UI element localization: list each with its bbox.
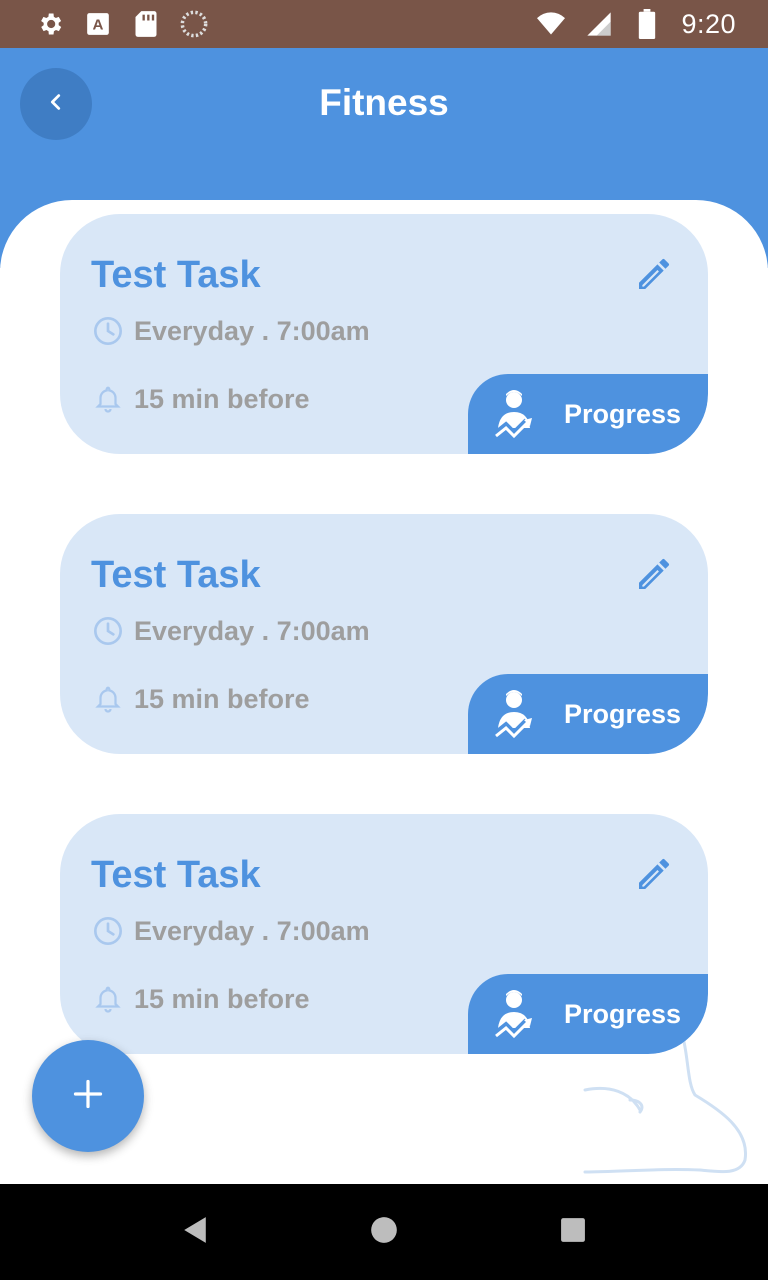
- schedule-text: Everyday . 7:00am: [134, 915, 370, 946]
- bell-icon: [91, 682, 125, 716]
- progress-label: Progress: [564, 398, 682, 429]
- page-title: Fitness: [319, 82, 449, 123]
- progress-button[interactable]: Progress: [468, 674, 708, 754]
- reminder-row: 15 min before: [91, 982, 310, 1016]
- plus-icon: [73, 1079, 103, 1114]
- edit-button[interactable]: [630, 852, 678, 900]
- sd-card-icon: [132, 10, 160, 38]
- svg-text:A: A: [93, 16, 104, 33]
- battery-icon: [633, 9, 661, 39]
- progress-label: Progress: [564, 698, 682, 729]
- task-card[interactable]: Test Task Everyday . 7:00am 15 min befor…: [60, 214, 708, 454]
- schedule-row: Everyday . 7:00am: [91, 914, 370, 948]
- pencil-icon: [634, 554, 674, 599]
- back-triangle-icon: [182, 1216, 208, 1249]
- task-title: Test Task: [91, 854, 261, 896]
- clock-icon: [91, 914, 125, 948]
- reminder-text: 15 min before: [134, 683, 310, 714]
- pencil-icon: [634, 254, 674, 299]
- clock-icon: [91, 314, 125, 348]
- clock-icon: [91, 614, 125, 648]
- recents-square-icon: [560, 1217, 586, 1248]
- clock: 9:20: [681, 8, 736, 39]
- edit-button[interactable]: [630, 252, 678, 300]
- nav-recents-button[interactable]: [543, 1202, 603, 1262]
- signal-icon: [585, 10, 613, 38]
- status-right-icons: 9:20: [537, 9, 736, 40]
- reminder-row: 15 min before: [91, 682, 310, 716]
- task-title: Test Task: [91, 254, 261, 296]
- task-card[interactable]: Test Task Everyday . 7:00am 15 min befor…: [60, 514, 708, 754]
- schedule-row: Everyday . 7:00am: [91, 614, 370, 648]
- schedule-row: Everyday . 7:00am: [91, 314, 370, 348]
- reminder-text: 15 min before: [134, 383, 310, 414]
- home-circle-icon: [370, 1216, 398, 1249]
- schedule-text: Everyday . 7:00am: [134, 615, 370, 646]
- system-nav-bar: [0, 1184, 768, 1280]
- task-card[interactable]: Test Task Everyday . 7:00am 15 min befor…: [60, 814, 708, 1054]
- wifi-icon: [537, 10, 566, 38]
- settings-icon: [36, 10, 64, 38]
- nav-back-button[interactable]: [165, 1202, 225, 1262]
- status-left-icons: A: [36, 10, 208, 38]
- spinner-icon: [180, 10, 208, 38]
- status-bar: A 9:20: [0, 0, 768, 48]
- schedule-text: Everyday . 7:00am: [134, 315, 370, 346]
- reminder-text: 15 min before: [134, 983, 310, 1014]
- person-progress-icon: [494, 690, 532, 739]
- person-progress-icon: [494, 990, 532, 1039]
- progress-button[interactable]: Progress: [468, 974, 708, 1054]
- a-icon: A: [84, 10, 112, 38]
- progress-label: Progress: [564, 998, 682, 1029]
- reminder-row: 15 min before: [91, 382, 310, 416]
- progress-button[interactable]: Progress: [468, 374, 708, 454]
- task-title: Test Task: [91, 554, 261, 596]
- nav-home-button[interactable]: [354, 1202, 414, 1262]
- pencil-icon: [634, 854, 674, 899]
- edit-button[interactable]: [630, 552, 678, 600]
- add-task-button[interactable]: [32, 1040, 144, 1152]
- person-progress-icon: [494, 390, 532, 439]
- bell-icon: [91, 982, 125, 1016]
- bell-icon: [91, 382, 125, 416]
